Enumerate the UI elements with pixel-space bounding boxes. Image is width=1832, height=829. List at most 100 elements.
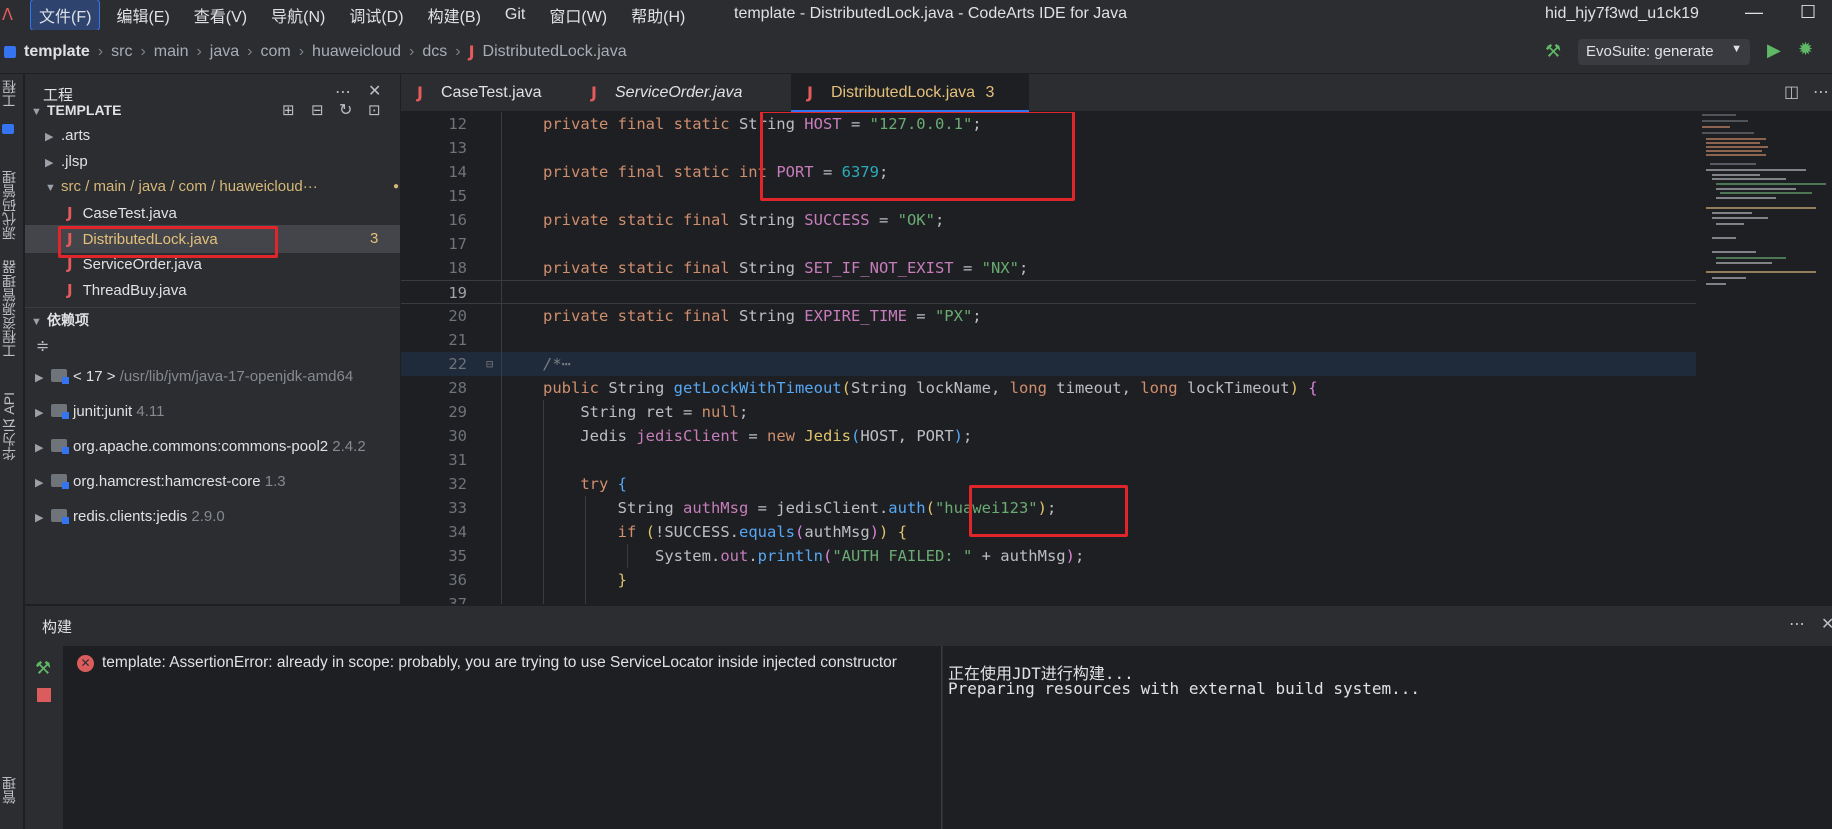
tree-item-arts[interactable]: ▶ .arts [45, 122, 90, 150]
activity-manage[interactable]: 管理 [0, 776, 18, 804]
debug-bug-icon[interactable]: ✹ [1798, 39, 1813, 60]
dep-hamcrest[interactable]: ▶ org.hamcrest:hamcrest-core 1.3 [35, 468, 286, 496]
activity-explorer[interactable]: 工程资源管理器 [0, 260, 18, 358]
new-file-icon[interactable]: ⊞ [282, 101, 295, 119]
dep-name: org.apache.commons:commons-pool2 [73, 438, 329, 455]
dep-jedis[interactable]: ▶ redis.clients:jedis 2.9.0 [35, 503, 225, 531]
breadcrumb-item[interactable]: dcs [422, 43, 447, 61]
new-folder-icon[interactable]: ⊟ [311, 101, 324, 119]
library-icon [51, 439, 69, 454]
breadcrumb-item[interactable]: src [111, 43, 132, 61]
breadcrumb: template › src › main › java › com › huaweicl… [4, 42, 627, 61]
breadcrumb-item[interactable]: template [24, 43, 90, 61]
build-panel: 构建 ⋯ ✕ ⚒ ✕ template: AssertionError: alre… [25, 605, 1832, 829]
dep-name: org.hamcrest:hamcrest-core [73, 473, 261, 490]
more-options-icon[interactable]: ⋯ [1789, 614, 1805, 634]
maximize-button[interactable]: ☐ [1800, 2, 1816, 23]
dep-detail: 2.4.2 [332, 438, 366, 455]
java-file-icon: J [417, 83, 423, 102]
code-line: 28 public String getLockWithTimeout(Strin… [448, 379, 1318, 397]
deps-section-header[interactable]: ▼ 依赖项 [31, 306, 89, 334]
java-file-icon: J [67, 255, 73, 273]
tree-item-label: ThreadBuy.java [82, 282, 187, 299]
tree-item-src-path[interactable]: ▼ src / main / java / com / huaweicloud··… [45, 173, 399, 201]
breadcrumb-item[interactable]: main [154, 43, 189, 61]
menu-window[interactable]: 窗口(W) [541, 0, 615, 30]
build-output[interactable]: 正在使用JDT进行构建... Preparing resources with … [943, 646, 1832, 829]
code-line: 36 } [448, 571, 627, 589]
menu-view[interactable]: 查看(V) [186, 0, 255, 30]
chevron-right-icon: ▶ [35, 512, 44, 524]
dep-jdk[interactable]: ▶ < 17 > /usr/lib/jvm/java-17-openjdk-amd… [35, 363, 353, 391]
build-error-item[interactable]: ✕ template: AssertionError: already in sc… [77, 654, 937, 672]
breadcrumb-item[interactable]: DistributedLock.java [483, 43, 627, 61]
breadcrumb-item[interactable]: com [260, 43, 290, 61]
menu-file[interactable]: 文件(F) [30, 0, 101, 31]
menu-debug[interactable]: 调试(D) [341, 0, 411, 30]
activity-api[interactable]: 华为云 API [0, 392, 18, 460]
tab-distributedlock[interactable]: JDistributedLock.java 3 ✕ [791, 74, 1029, 139]
menu-build[interactable]: 构建(B) [420, 0, 489, 30]
filter-icon[interactable]: ≑ [36, 336, 49, 356]
user-account[interactable]: hid_hjy7f3wd_u1ck19 [1545, 5, 1699, 23]
menu-git[interactable]: Git [497, 3, 533, 27]
more-options-icon[interactable]: ⋯ [1813, 82, 1829, 102]
fold-icon[interactable]: ⊟ [486, 352, 493, 376]
close-icon[interactable]: ✕ [1821, 614, 1832, 634]
tab-serviceorder[interactable]: J ServiceOrder.java [575, 74, 775, 112]
panel-title: 构建 [42, 619, 73, 636]
build-toolbar: ⚒ [25, 646, 63, 829]
minimize-button[interactable]: — [1745, 2, 1763, 23]
dep-name: < 17 > [73, 368, 116, 385]
refresh-icon[interactable]: ↻ [339, 100, 352, 120]
library-icon [51, 474, 69, 489]
deps-title: 依赖项 [47, 312, 89, 328]
build-tree: ⚒ ✕ template: AssertionError: already in … [25, 646, 942, 829]
menu-edit[interactable]: 编辑(E) [108, 0, 177, 30]
chevron-down-icon: ▼ [45, 182, 56, 194]
highlight-box [969, 485, 1128, 537]
menu-help[interactable]: 帮助(H) [623, 0, 693, 30]
stop-icon[interactable] [37, 688, 51, 702]
code-area[interactable]: 12 private final static String HOST = "12… [401, 112, 1696, 604]
chevron-right-icon: ▶ [35, 407, 44, 419]
java-file-icon: J [67, 204, 73, 222]
tree-item-casetest[interactable]: J CaseTest.java [67, 199, 177, 227]
code-line-current: 19 [401, 280, 1696, 304]
collapse-all-icon[interactable]: ⊡ [368, 101, 381, 119]
tree-root-label: TEMPLATE [47, 102, 122, 118]
tree-root[interactable]: ▼ TEMPLATE [31, 96, 121, 124]
build-error-text: template: AssertionError: already in sco… [102, 654, 897, 671]
more-options-icon[interactable]: ⋯ [335, 82, 351, 102]
close-icon[interactable]: ✕ [368, 81, 381, 101]
tree-item-jlsp[interactable]: ▶ .jlsp [45, 148, 88, 176]
activity-project[interactable]: 工程 [0, 80, 18, 108]
split-editor-icon[interactable]: ◫ [1784, 82, 1799, 102]
tree-item-label: CaseTest.java [82, 205, 177, 222]
dep-commons-pool2[interactable]: ▶ org.apache.commons:commons-pool2 2.4.2 [35, 433, 400, 461]
tab-casetest[interactable]: J CaseTest.java [401, 74, 575, 112]
activity-source-control[interactable]: 源代码管理 [0, 170, 18, 240]
navigation-bar: template › src › main › java › com › huaweicl… [0, 30, 1832, 74]
activity-bar: 工程 源代码管理 工程资源管理器 华为云 API 管理 [0, 74, 24, 829]
dep-junit[interactable]: ▶ junit:junit 4.11 [35, 398, 164, 426]
indent-guide [501, 112, 502, 604]
breadcrumb-item[interactable]: java [210, 43, 239, 61]
evosuite-dropdown[interactable]: EvoSuite: generate ▼ [1578, 39, 1750, 65]
menu-navigate[interactable]: 导航(N) [263, 0, 333, 30]
menu-bar: 文件(F) 编辑(E) 查看(V) 导航(N) 调试(D) 构建(B) Git … [30, 0, 701, 31]
library-icon [51, 509, 69, 524]
minimap[interactable] [1696, 112, 1832, 604]
breadcrumb-item[interactable]: huaweicloud [312, 43, 401, 61]
run-icon[interactable]: ▶ [1767, 40, 1781, 61]
dep-detail: /usr/lib/jvm/java-17-openjdk-amd64 [119, 368, 354, 385]
code-line: 17 [448, 235, 467, 253]
hammer-build-icon[interactable]: ⚒ [35, 658, 51, 679]
folder-icon [4, 45, 16, 58]
tree-item-threadbuy[interactable]: J ThreadBuy.java [67, 276, 187, 304]
code-editor[interactable]: 12 private final static String HOST = "12… [401, 112, 1832, 604]
dep-detail: 4.11 [136, 403, 165, 420]
hammer-build-icon[interactable]: ⚒ [1545, 41, 1561, 62]
tree-item-serviceorder[interactable]: J ServiceOrder.java [67, 250, 202, 278]
title-bar: ᐱ 文件(F) 编辑(E) 查看(V) 导航(N) 调试(D) 构建(B) Gi… [0, 0, 1832, 31]
